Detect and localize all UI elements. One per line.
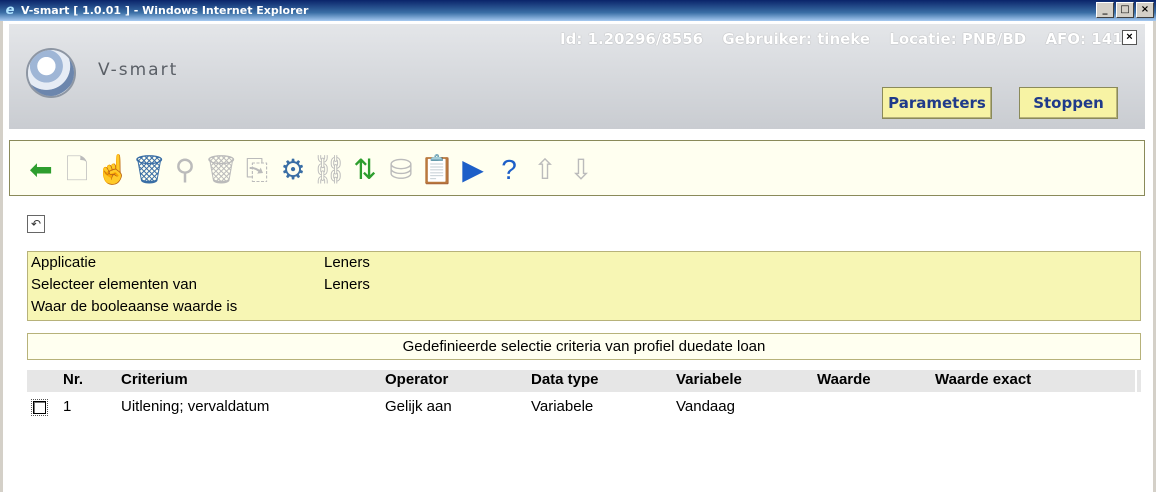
column-header-operator[interactable]: Operator	[385, 371, 448, 388]
sort-arrows-icon[interactable]: ⇅	[348, 153, 382, 187]
details-panel: Applicatie Leners Selecteer elementen va…	[27, 251, 1141, 321]
arrow-up-icon: ⇧	[533, 154, 557, 185]
cell-operator: Gelijk aan	[385, 398, 452, 415]
back-arrow-icon[interactable]: ⬅	[24, 153, 58, 187]
cell-data-type: Variabele	[531, 398, 594, 415]
link-icon: ⛓	[311, 154, 347, 185]
vsmart-logo-icon	[28, 50, 74, 96]
stop-button[interactable]: Stoppen	[1019, 87, 1118, 119]
maximize-button[interactable]: □	[1116, 2, 1134, 18]
table-row[interactable]: 1 Uitlening; vervaldatum Gelijk aan Vari…	[27, 397, 1141, 419]
delete-bin-disabled-icon: 🗑	[203, 154, 239, 185]
clipboard-icon: 📋	[419, 154, 455, 185]
session-info: Id: 1.20296/8556 Gebruiker: tineke Locat…	[560, 30, 1137, 48]
copy-icon: ⎘	[245, 154, 269, 185]
column-header-criterium[interactable]: Criterium	[121, 371, 188, 388]
minimize-button[interactable]: _	[1096, 2, 1114, 18]
undo-button[interactable]: ↶	[27, 215, 45, 233]
play-icon[interactable]: ▶	[456, 153, 490, 187]
delete-bin-icon[interactable]: 🗑	[131, 153, 167, 187]
detail-row-boolean-value: Waar de booleaanse waarde is	[31, 298, 237, 315]
window-title: V-smart [ 1.0.01 ] - Windows Internet Ex…	[21, 4, 309, 17]
afo-number: AFO: 141	[1045, 30, 1123, 48]
detail-label: Waar de booleaanse waarde is	[31, 298, 238, 315]
parameters-button[interactable]: Parameters	[882, 87, 992, 119]
table-header: Nr. Criterium Operator Data type Variabe…	[27, 370, 1141, 392]
detail-label: Selecteer elementen van	[31, 276, 197, 293]
help-icon[interactable]: ?	[492, 153, 526, 187]
column-header-waarde[interactable]: Waarde	[817, 371, 871, 388]
window-controls: _ □ ×	[1096, 2, 1154, 18]
column-divider	[1135, 370, 1137, 392]
close-window-button[interactable]: ×	[1136, 2, 1154, 18]
search-icon: ⚲	[174, 154, 196, 185]
user-name: Gebruiker: tineke	[722, 30, 871, 48]
record-id: Id: 1.20296/8556	[560, 30, 704, 48]
close-icon[interactable]: ×	[1122, 30, 1137, 45]
ie-logo-icon: e	[5, 2, 15, 18]
cell-criterium: Uitlening; vervaldatum	[121, 398, 270, 415]
detail-value: Leners	[324, 276, 370, 293]
row-checkbox[interactable]	[31, 399, 48, 416]
cell-nr: 1	[63, 398, 72, 415]
detail-row-application: Applicatie Leners	[31, 254, 370, 271]
toolbar: ⬅ 🗋 ☝ 🗑 ⚲ 🗑 ⎘ ⚙ ⛓ ⇅ ⛁ 📋 ▶? ⇧ ⇩	[9, 140, 1145, 196]
column-header-waarde-exact[interactable]: Waarde exact	[935, 371, 1031, 388]
column-header-data-type[interactable]: Data type	[531, 371, 599, 388]
database-icon: ⛁	[389, 154, 413, 185]
select-hand-icon[interactable]: ☝	[96, 153, 131, 187]
brand-name: V-smart	[98, 60, 179, 80]
column-header-variabele[interactable]: Variabele	[676, 371, 742, 388]
detail-value: Leners	[324, 254, 370, 271]
window-titlebar: e V-smart [ 1.0.01 ] - Windows Internet …	[0, 0, 1156, 21]
column-header-nr[interactable]: Nr.	[63, 371, 83, 388]
new-document-icon: 🗋	[65, 154, 89, 185]
detail-label: Applicatie	[31, 254, 97, 271]
settings-form-icon[interactable]: ⚙	[276, 153, 310, 187]
arrow-down-icon: ⇩	[569, 154, 593, 185]
detail-row-select-elements: Selecteer elementen van Leners	[31, 276, 370, 293]
cell-variabele: Vandaag	[676, 398, 735, 415]
location: Locatie: PNB/BD	[889, 30, 1027, 48]
table-caption: Gedefinieerde selectie criteria van prof…	[27, 333, 1141, 360]
